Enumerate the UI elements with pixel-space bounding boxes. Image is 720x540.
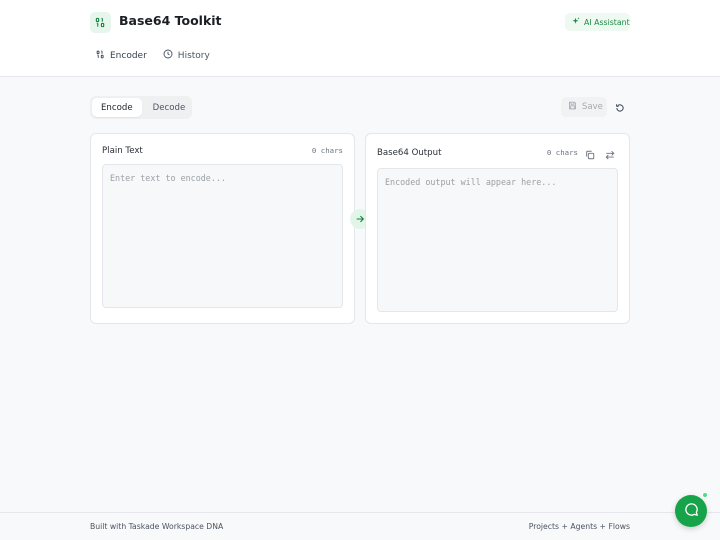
nav-item-history[interactable]: History [163,49,210,62]
binary-icon [96,50,105,62]
reset-button[interactable] [613,100,627,114]
tab-encode[interactable]: Encode [92,98,142,117]
footer: Built with Taskade Workspace DNA Project… [0,512,720,540]
copy-icon [585,145,595,164]
input-char-count: 0 chars [311,146,343,155]
app-title: Base64 Toolkit [119,13,222,28]
input-panel-label: Plain Text [102,146,143,156]
swap-button[interactable] [604,148,616,160]
swap-icon [605,145,615,164]
rotate-ccw-icon [615,98,625,117]
save-icon [568,101,577,113]
base64-logo-icon [90,12,111,33]
footer-tagline: Projects + Agents + Flows [528,522,630,531]
copy-button[interactable] [584,148,596,160]
output-panel: Base64 Output 0 chars Encoded output wil… [365,133,630,324]
nav-item-encoder[interactable]: Encoder [96,49,147,62]
save-button[interactable]: Save [561,97,607,117]
chat-button[interactable] [675,495,707,527]
base64-output-field[interactable]: Encoded output will appear here... [377,168,618,312]
ai-assistant-button[interactable]: AI Assistant [565,13,630,31]
save-label: Save [582,102,603,112]
output-panel-label: Base64 Output [377,148,442,158]
plain-text-input[interactable]: Enter text to encode... [102,164,343,308]
main-nav: Encoder History [96,49,210,62]
input-panel: Plain Text 0 chars Enter text to encode.… [90,133,355,324]
mode-tabs: Encode Decode [90,96,192,119]
footer-credit: Built with Taskade Workspace DNA [90,522,224,531]
sparkles-icon [571,16,580,28]
app-header: Base64 Toolkit AI Assistant Encoder Hist… [0,0,720,77]
nav-item-label: Encoder [110,50,147,61]
nav-item-label: History [177,50,210,61]
status-dot [702,492,708,498]
chat-bubble-icon [684,502,699,521]
output-char-count: 0 chars [546,148,578,157]
tab-decode[interactable]: Decode [144,98,195,117]
clock-icon [163,49,173,62]
ai-assistant-label: AI Assistant [584,17,630,27]
